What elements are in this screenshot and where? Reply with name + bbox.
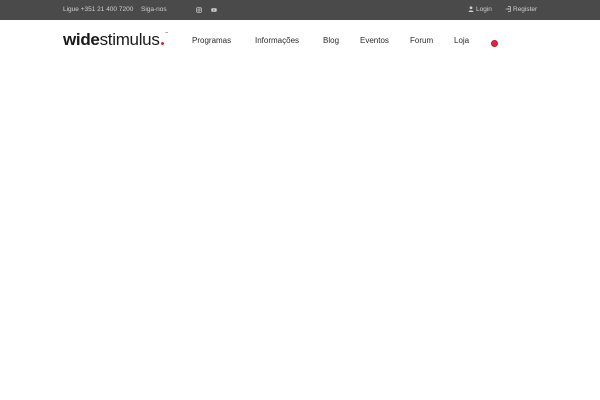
register-link[interactable]: Register: [505, 6, 537, 13]
sign-in-icon: [505, 6, 511, 12]
nav-informacoes[interactable]: Informações: [255, 36, 299, 45]
cart-badge[interactable]: [491, 40, 498, 47]
nav-programas[interactable]: Programas: [192, 36, 231, 45]
login-label: Login: [476, 6, 492, 13]
login-link[interactable]: Login: [468, 6, 492, 13]
youtube-icon[interactable]: [211, 7, 217, 13]
nav-blog[interactable]: Blog: [323, 36, 339, 45]
nav-loja[interactable]: Loja: [454, 36, 469, 45]
nav-forum[interactable]: Forum: [410, 36, 433, 45]
user-icon: [468, 6, 474, 12]
site-logo[interactable]: widestimulus ™: [63, 30, 168, 50]
trademark-mark: ™: [164, 31, 168, 35]
nav-eventos[interactable]: Eventos: [360, 36, 389, 45]
instagram-icon[interactable]: [196, 7, 202, 13]
register-label: Register: [513, 6, 538, 13]
follow-us-text: Siga-nos: [141, 6, 167, 13]
phone-text: Ligue +351 21 400 7200: [63, 6, 134, 13]
main-header: widestimulus ™ Programas Informações Blo…: [0, 20, 600, 62]
top-bar: Ligue +351 21 400 7200 Siga-nos Login Re…: [0, 0, 600, 20]
logo-dot: [160, 42, 164, 45]
